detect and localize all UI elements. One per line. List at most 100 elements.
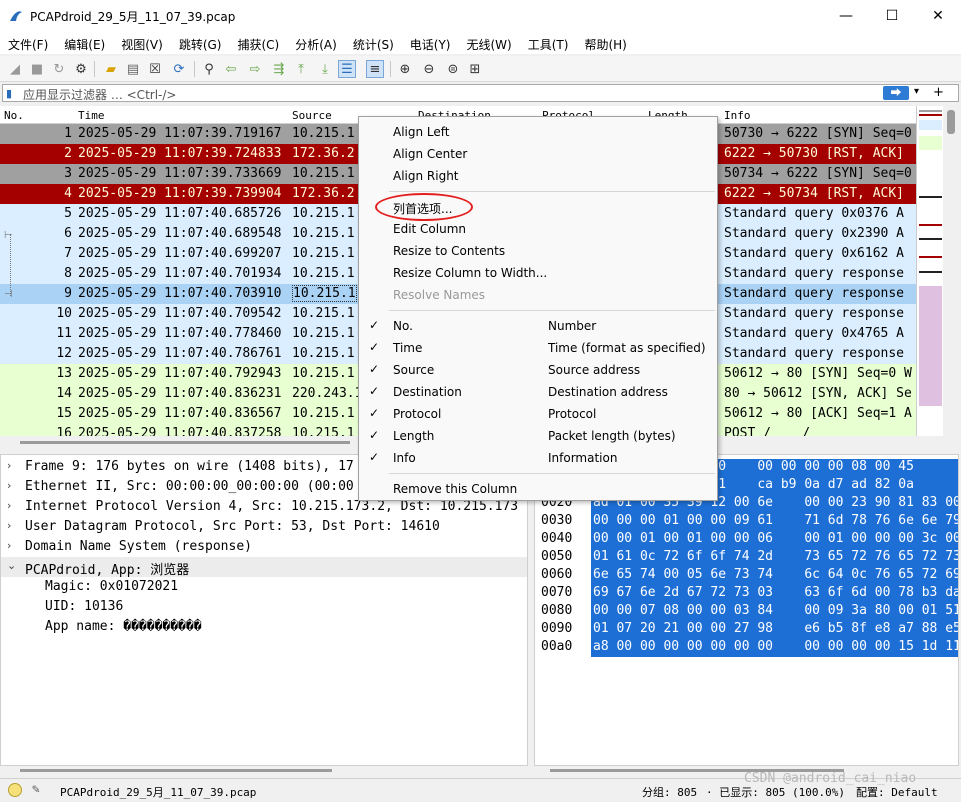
- menu-item-remove-column[interactable]: Remove this Column: [359, 478, 717, 500]
- hex-bytes[interactable]: 00 00 01 00 01 00 00 06 00 01 00 00 00 3…: [591, 531, 958, 549]
- restart-icon[interactable]: ↻: [50, 60, 68, 78]
- menu-item-toggle-column[interactable]: ✓ Protocol Protocol: [359, 403, 717, 425]
- forward-icon[interactable]: ⇨: [246, 60, 264, 78]
- hex-bytes[interactable]: 01 61 0c 72 6f 6f 74 2d 73 65 72 76 65 7…: [591, 549, 958, 567]
- details-hscrollbar[interactable]: [0, 766, 528, 776]
- go-to-packet-icon[interactable]: ⇶: [270, 60, 288, 78]
- colorize-icon[interactable]: ≡: [366, 60, 384, 78]
- close-button[interactable]: ✕: [915, 0, 961, 32]
- add-filter-button[interactable]: +: [933, 85, 944, 100]
- save-icon[interactable]: ▤: [124, 60, 142, 78]
- column-header-time[interactable]: Time: [78, 109, 105, 122]
- packet-info: 50612 → 80 [SYN] Seq=0 W: [724, 366, 912, 381]
- menu-item-toggle-column[interactable]: ✓ Time Time (format as specified): [359, 337, 717, 359]
- bookmark-icon[interactable]: ▮: [6, 87, 18, 100]
- packet-minimap[interactable]: [916, 106, 943, 436]
- column-header-no[interactable]: No.: [4, 109, 24, 122]
- first-packet-icon[interactable]: ⤒: [292, 60, 310, 78]
- menu-item-align[interactable]: Align Right: [359, 165, 717, 187]
- zoom-out-icon[interactable]: ⊖: [420, 60, 438, 78]
- detail-field[interactable]: UID: 10136: [1, 597, 527, 617]
- stop-icon[interactable]: ■: [28, 60, 46, 78]
- edit-comment-icon[interactable]: ✎: [32, 782, 40, 797]
- autoscroll-icon[interactable]: ☰: [338, 60, 356, 78]
- menu-bar: 文件(F) 编辑(E) 视图(V) 跳转(G) 捕获(C) 分析(A) 统计(S…: [0, 32, 961, 54]
- minimize-button[interactable]: —: [823, 0, 869, 32]
- menu-item[interactable]: Resize to Contents: [359, 240, 717, 262]
- options-icon[interactable]: ⚙: [72, 60, 90, 78]
- last-packet-icon[interactable]: ⤓: [316, 60, 334, 78]
- expand-arrow-icon[interactable]: ›: [7, 499, 11, 512]
- hex-bytes[interactable]: 6e 65 74 00 05 6e 73 74 6c 64 0c 76 65 7…: [591, 567, 958, 585]
- expand-arrow-icon[interactable]: ›: [7, 539, 11, 552]
- menu-analyze[interactable]: 分析(A): [287, 32, 345, 54]
- column-header-info[interactable]: Info: [724, 109, 751, 122]
- reload-icon[interactable]: ⟳: [170, 60, 188, 78]
- expand-arrow-icon[interactable]: ⌄: [7, 559, 16, 572]
- expand-arrow-icon[interactable]: ›: [7, 459, 11, 472]
- open-folder-icon[interactable]: ▰: [102, 60, 120, 78]
- packet-time: 2025-05-29 11:07:39.719167: [78, 126, 282, 141]
- back-icon[interactable]: ⇦: [222, 60, 240, 78]
- menu-telephony[interactable]: 电话(Y): [402, 32, 459, 54]
- menu-edit[interactable]: 编辑(E): [56, 32, 113, 54]
- menu-item-toggle-column[interactable]: ✓ Source Source address: [359, 359, 717, 381]
- zoom-in-icon[interactable]: ⊕: [396, 60, 414, 78]
- hscrollbar-thumb[interactable]: [20, 769, 332, 772]
- detail-tree-item[interactable]: ⌄ PCAPdroid, App: 浏览器: [1, 557, 527, 578]
- menu-item-toggle-column[interactable]: ✓ Length Packet length (bytes): [359, 425, 717, 447]
- expand-arrow-icon[interactable]: ›: [7, 479, 11, 492]
- apply-filter-button[interactable]: ⮕: [883, 86, 909, 100]
- menu-file[interactable]: 文件(F): [0, 32, 56, 54]
- menu-item-align[interactable]: Align Center: [359, 143, 717, 165]
- hex-bytes[interactable]: a8 00 00 00 00 00 00 00 00 00 00 00 15 1…: [591, 639, 958, 657]
- filter-input[interactable]: 应用显示过滤器 … <Ctrl-/>: [23, 86, 176, 103]
- resize-columns-icon[interactable]: ⊞: [466, 60, 484, 78]
- menu-statistics[interactable]: 统计(S): [345, 32, 402, 54]
- menu-item-toggle-column[interactable]: ✓ Destination Destination address: [359, 381, 717, 403]
- scrollbar-thumb[interactable]: [947, 110, 955, 134]
- byte-offset: 00a0: [541, 639, 573, 654]
- maximize-button[interactable]: ☐: [869, 0, 915, 32]
- menu-go[interactable]: 跳转(G): [171, 32, 230, 54]
- filter-history-dropdown[interactable]: ▾: [914, 86, 919, 97]
- expand-arrow-icon[interactable]: ›: [7, 519, 11, 532]
- packet-number: 12: [56, 346, 72, 361]
- detail-field[interactable]: App name: ����������: [1, 617, 527, 637]
- packet-source: 10.215.1: [292, 246, 355, 261]
- shark-fin-start-icon[interactable]: ◢: [6, 60, 24, 78]
- menu-capture[interactable]: 捕获(C): [229, 32, 287, 54]
- packet-time: 2025-05-29 11:07:40.836231: [78, 386, 282, 401]
- menu-item-align[interactable]: Align Left: [359, 121, 717, 143]
- hex-bytes[interactable]: 00 00 00 01 00 00 09 61 71 6d 78 76 6e 6…: [591, 513, 958, 531]
- packet-source: 10.215.1: [292, 346, 355, 361]
- detail-tree-item[interactable]: › User Datagram Protocol, Src Port: 53, D…: [1, 517, 527, 537]
- menu-item-label: Edit Column: [393, 222, 467, 236]
- display-filter-bar[interactable]: ▮ 应用显示过滤器 … <Ctrl-/> ⮕ ▾ +: [2, 84, 959, 102]
- menu-tools[interactable]: 工具(T): [520, 32, 577, 54]
- packet-info: Standard query response: [724, 286, 905, 301]
- column-header-source[interactable]: Source: [292, 109, 332, 122]
- packet-time: 2025-05-29 11:07:40.685726: [78, 206, 282, 221]
- hscrollbar-thumb[interactable]: [20, 441, 350, 444]
- menu-help[interactable]: 帮助(H): [576, 32, 634, 54]
- close-file-icon[interactable]: ☒: [146, 60, 164, 78]
- detail-tree-item[interactable]: › Domain Name System (response): [1, 537, 527, 557]
- menu-item-toggle-column[interactable]: ✓ No. Number: [359, 315, 717, 337]
- hex-bytes[interactable]: 00 00 07 08 00 00 03 84 00 09 3a 80 00 0…: [591, 603, 958, 621]
- menu-item[interactable]: Edit Column: [359, 218, 717, 240]
- hex-bytes[interactable]: 69 67 6e 2d 67 72 73 03 63 6f 6d 00 78 b…: [591, 585, 958, 603]
- expert-info-icon[interactable]: [8, 783, 22, 797]
- menu-view[interactable]: 视图(V): [113, 32, 171, 54]
- menu-item-toggle-column[interactable]: ✓ Info Information: [359, 447, 717, 469]
- toolbar-separator: [194, 61, 195, 77]
- packet-list-scrollbar[interactable]: [943, 106, 959, 436]
- hex-bytes[interactable]: 01 07 20 21 00 00 27 98 e6 b5 8f e8 a7 8…: [591, 621, 958, 639]
- menu-wireless[interactable]: 无线(W): [459, 32, 520, 54]
- detail-field[interactable]: Magic: 0x01072021: [1, 577, 527, 597]
- menu-item[interactable]: Resize Column to Width...: [359, 262, 717, 284]
- status-profile[interactable]: 配置: Default: [856, 784, 938, 800]
- checkmark-icon: ✓: [369, 428, 380, 442]
- zoom-normal-icon[interactable]: ⊜: [444, 60, 462, 78]
- find-icon[interactable]: ⚲: [200, 60, 218, 78]
